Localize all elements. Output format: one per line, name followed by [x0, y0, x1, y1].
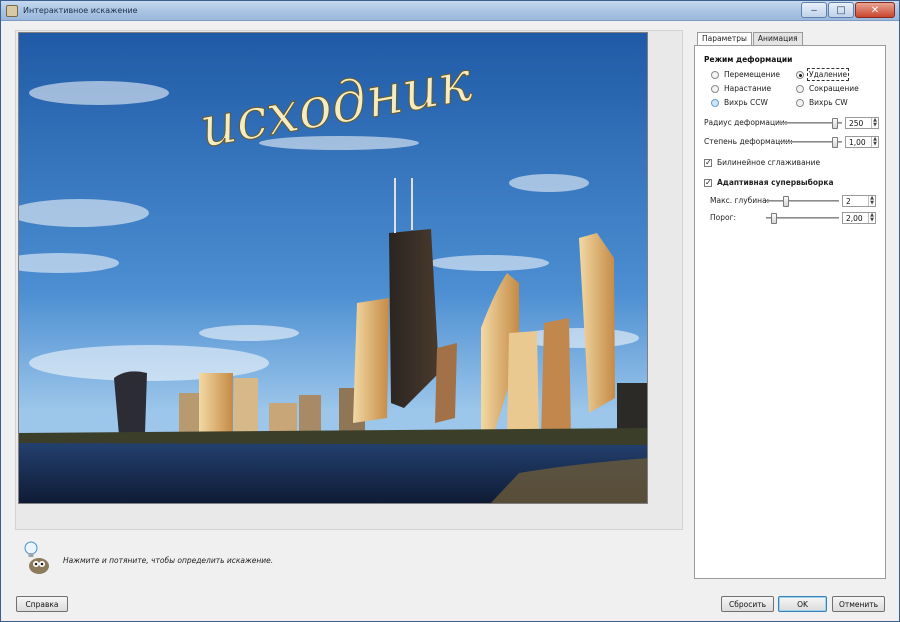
max-depth-spinbox[interactable]: 2 ▲ ▼ [842, 195, 876, 207]
reset-button[interactable]: Сбросить [721, 596, 774, 612]
threshold-slider[interactable] [766, 213, 839, 224]
preview-canvas[interactable]: исходник [18, 32, 648, 504]
window-title: Интерактивное искажение [23, 6, 138, 15]
checkmark-icon: ✓ [704, 157, 712, 167]
spin-value: 2,00 [846, 214, 863, 223]
amount-row: Степень деформации: 1,00 ▲ ▼ [704, 136, 880, 148]
spin-value: 250 [849, 119, 864, 128]
slider-handle[interactable] [832, 118, 838, 129]
bilinear-label: Билинейное сглаживание [717, 158, 821, 167]
spin-value: 1,00 [849, 138, 866, 147]
maximize-button[interactable]: □ [828, 2, 854, 18]
threshold-row: Порог: 2,00 ▲ ▼ [710, 212, 880, 224]
radius-label: Радиус деформации: [704, 118, 788, 127]
radio-label: Перемещение [724, 70, 780, 79]
tab-bar: Параметры Анимация [697, 32, 804, 46]
max-depth-label: Макс. глубина: [710, 196, 770, 205]
deform-mode-title: Режим деформации [704, 55, 793, 64]
spin-arrows-icon[interactable]: ▲ ▼ [868, 196, 875, 206]
app-icon [6, 5, 18, 17]
radio-indicator [711, 70, 719, 79]
radius-row: Радиус деформации: 250 ▲ ▼ [704, 117, 880, 129]
radio-indicator [796, 70, 804, 79]
ok-button[interactable]: OK [778, 596, 827, 612]
radio-indicator [711, 98, 719, 107]
preview-image: исходник [19, 33, 647, 503]
radio-move[interactable]: Перемещение [711, 70, 780, 79]
radio-label: Нарастание [724, 84, 772, 93]
radius-spinbox[interactable]: 250 ▲ ▼ [845, 117, 879, 129]
gimp-mascot-icon [29, 558, 49, 574]
minimize-button[interactable]: ‒ [801, 2, 827, 18]
spin-arrows-icon[interactable]: ▲ ▼ [871, 137, 878, 147]
tab-content: Режим деформации Перемещение Удаление На… [694, 45, 886, 579]
tab-animation[interactable]: Анимация [752, 32, 803, 45]
spin-value: 2 [846, 197, 851, 206]
threshold-spinbox[interactable]: 2,00 ▲ ▼ [842, 212, 876, 224]
supersample-label: Адаптивная супервыборка [717, 178, 834, 187]
radius-slider[interactable] [778, 118, 842, 129]
slider-handle[interactable] [783, 196, 789, 207]
radio-label: Сокращение [809, 84, 859, 93]
help-button[interactable]: Справка [16, 596, 68, 612]
amount-spinbox[interactable]: 1,00 ▲ ▼ [845, 136, 879, 148]
window-controls: ‒ □ ✕ [801, 2, 895, 18]
checkmark-icon: ✓ [704, 177, 712, 187]
cancel-button[interactable]: Отменить [832, 596, 885, 612]
spin-arrows-icon[interactable]: ▲ ▼ [871, 118, 878, 128]
radio-indicator [711, 84, 719, 93]
amount-slider[interactable] [778, 137, 842, 148]
settings-panel: Параметры Анимация Режим деформации Пере… [694, 32, 886, 579]
hint-text: Нажмите и потяните, чтобы определить иск… [63, 556, 274, 565]
slider-handle[interactable] [832, 137, 838, 148]
radio-shrink[interactable]: Сокращение [796, 84, 859, 93]
max-depth-row: Макс. глубина: 2 ▲ ▼ [710, 195, 880, 207]
preview-frame: исходник [15, 30, 683, 530]
hint-area: Нажмите и потяните, чтобы определить иск… [17, 539, 677, 579]
slider-handle[interactable] [771, 213, 777, 224]
supersample-checkbox[interactable]: ✓ Адаптивная супервыборка [704, 178, 834, 187]
radio-indicator [796, 84, 804, 93]
max-depth-slider[interactable] [766, 196, 839, 207]
bilinear-checkbox[interactable]: ✓ Билинейное сглаживание [704, 158, 820, 167]
radio-swirl-cw[interactable]: Вихрь CW [796, 98, 848, 107]
radio-label: Вихрь CW [809, 98, 848, 107]
radio-indicator [796, 98, 804, 107]
radio-grow[interactable]: Нарастание [711, 84, 771, 93]
radio-label: Вихрь CCW [724, 98, 768, 107]
spin-arrows-icon[interactable]: ▲ ▼ [868, 213, 875, 223]
title-bar: Интерактивное искажение ‒ □ ✕ [1, 1, 899, 21]
close-button[interactable]: ✕ [855, 2, 895, 18]
dialog-window: Интерактивное искажение ‒ □ ✕ исходник Н… [0, 0, 900, 622]
threshold-label: Порог: [710, 213, 737, 222]
radio-swirl-ccw[interactable]: Вихрь CCW [711, 98, 768, 107]
radio-label: Удаление [806, 68, 850, 81]
tab-parameters[interactable]: Параметры [697, 32, 752, 46]
radio-remove[interactable]: Удаление [796, 68, 850, 81]
